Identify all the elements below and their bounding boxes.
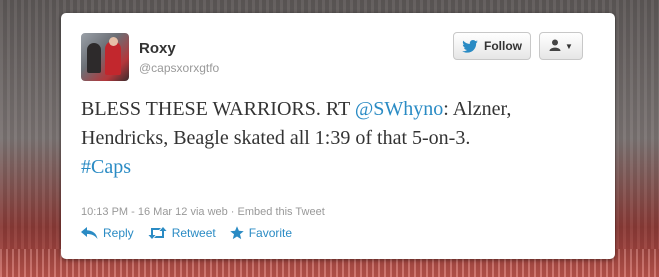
user-actions-button[interactable]: ▼ <box>539 32 583 60</box>
timestamp-link[interactable]: 10:13 PM - 16 Mar 12 <box>81 206 187 218</box>
user-icon <box>549 39 561 54</box>
retweet-button[interactable]: Retweet <box>148 226 216 240</box>
retweet-label: Retweet <box>171 226 216 240</box>
tweet-meta: 10:13 PM - 16 Mar 12 via web · Embed thi… <box>81 206 325 218</box>
follow-button[interactable]: Follow <box>453 32 531 60</box>
user-name[interactable]: Roxy <box>139 40 176 57</box>
avatar[interactable] <box>81 33 129 81</box>
tweet-actions: Reply Retweet Favorite <box>81 226 292 240</box>
reply-button[interactable]: Reply <box>81 226 134 240</box>
reply-arrow-icon <box>81 227 98 239</box>
tweet-text-part: BLESS THESE WARRIORS. RT <box>81 98 355 120</box>
embed-link[interactable]: Embed this Tweet <box>238 206 325 218</box>
retweet-icon <box>148 227 167 239</box>
tweet-card: Roxy @capsxorxgtfo Follow ▼ BLESS THESE … <box>61 13 615 259</box>
source-text: via web · <box>187 206 238 218</box>
favorite-button[interactable]: Favorite <box>230 226 292 240</box>
follow-label: Follow <box>484 39 522 53</box>
avatar-figure <box>87 43 101 73</box>
user-handle[interactable]: @capsxorxgtfo <box>139 61 219 75</box>
favorite-label: Favorite <box>248 226 293 240</box>
avatar-figure <box>109 37 118 46</box>
star-icon <box>230 226 244 240</box>
avatar-figure <box>105 41 121 75</box>
hashtag-link[interactable]: #Caps <box>81 156 131 178</box>
twitter-bird-icon <box>462 39 478 53</box>
mention-link[interactable]: @SWhyno <box>355 98 443 120</box>
reply-label: Reply <box>103 226 134 240</box>
tweet-text: BLESS THESE WARRIORS. RT @SWhyno: Alzner… <box>81 95 591 182</box>
chevron-down-icon: ▼ <box>565 41 573 51</box>
